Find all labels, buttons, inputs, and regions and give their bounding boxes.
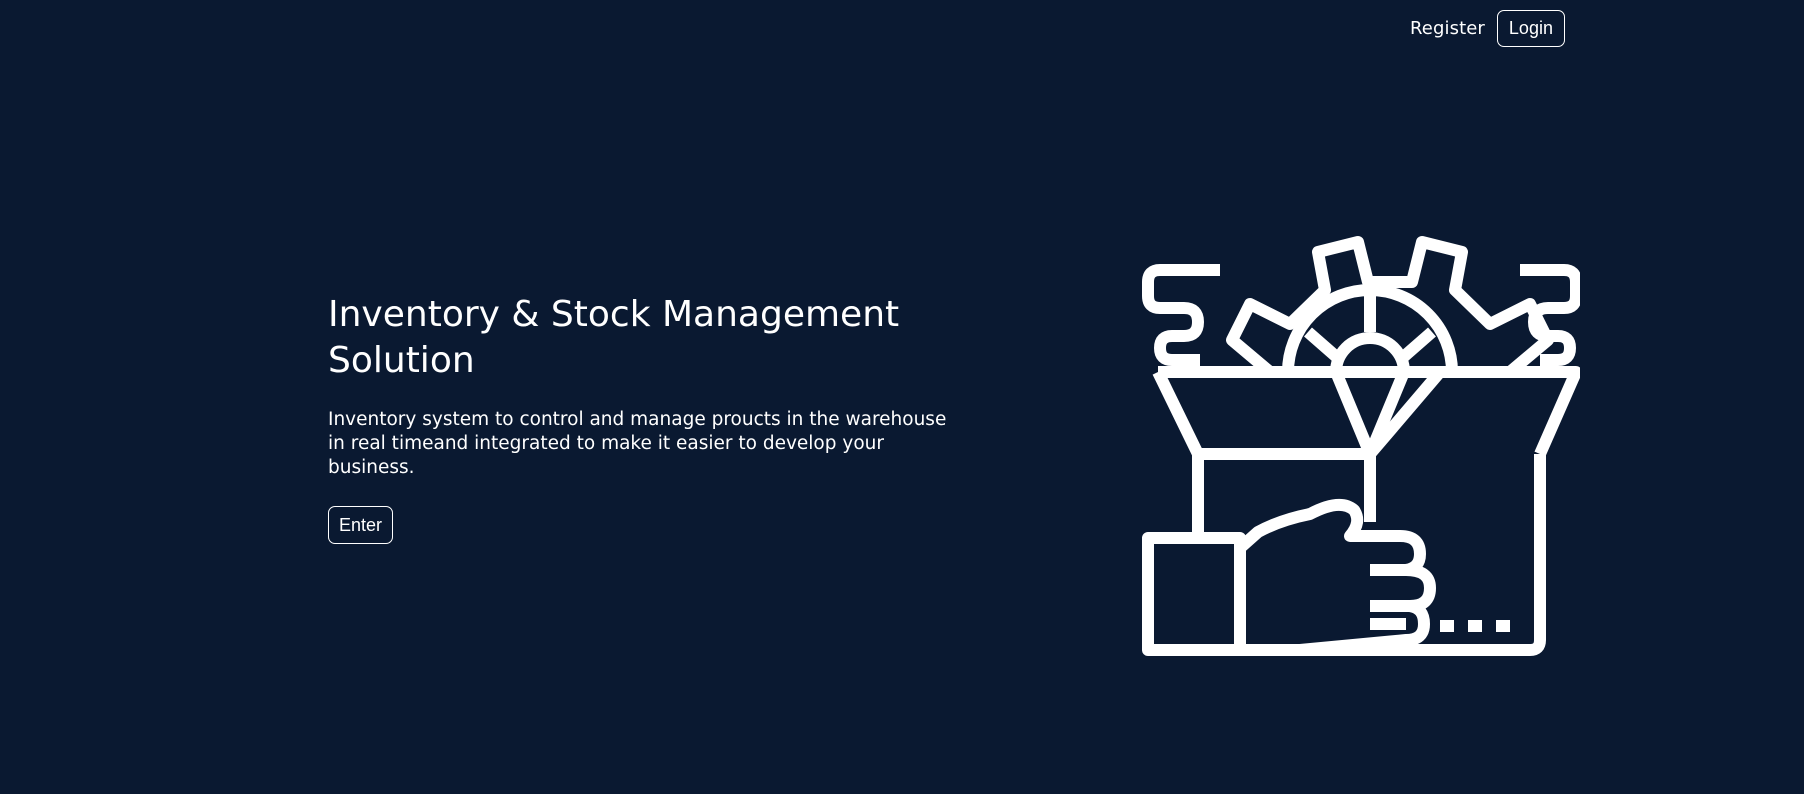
register-link[interactable]: Register — [1410, 18, 1485, 39]
login-button[interactable]: Login — [1496, 10, 1565, 47]
hero-title-line1: Inventory & Stock Management — [328, 294, 900, 335]
hero-title: Inventory & Stock Management Solution — [328, 292, 968, 384]
hero-title-line2: Solution — [328, 340, 475, 381]
top-nav: Register Login — [1410, 10, 1565, 47]
hero-section: Inventory & Stock Management Solution In… — [328, 292, 968, 544]
landing-page: Register Login Inventory & Stock Managem… — [0, 0, 1804, 794]
hero-description: Inventory system to control and manage p… — [328, 409, 947, 478]
box-gear-hand-icon — [1140, 232, 1582, 672]
enter-button[interactable]: Enter — [328, 506, 394, 544]
